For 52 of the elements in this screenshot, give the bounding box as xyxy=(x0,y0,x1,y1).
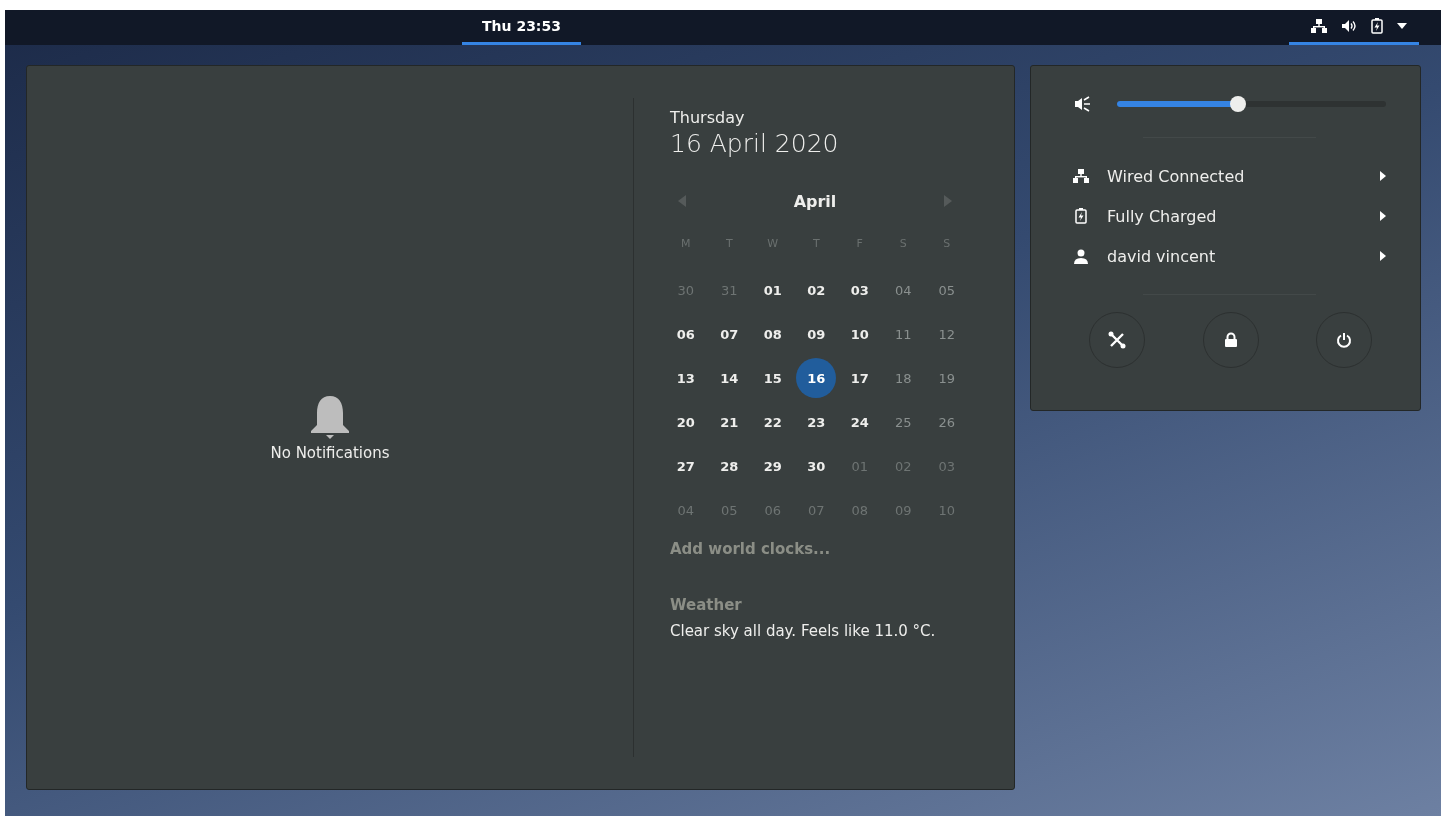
settings-button[interactable] xyxy=(1089,312,1145,368)
arrow-right-icon xyxy=(1380,251,1386,261)
calendar-day[interactable]: 03 xyxy=(839,270,880,310)
speaker-icon xyxy=(1073,96,1091,112)
calendar-day[interactable]: 28 xyxy=(709,446,750,486)
network-icon xyxy=(1073,169,1089,183)
no-notifications-text: No Notifications xyxy=(270,443,390,462)
weekday-label: Thursday xyxy=(670,108,746,127)
calendar-day[interactable]: 08 xyxy=(752,314,793,354)
battery-icon xyxy=(1073,208,1089,224)
clock-button[interactable]: Thu 23:53 xyxy=(462,10,581,45)
speaker-icon xyxy=(1341,19,1357,33)
arrow-right-icon xyxy=(1380,171,1386,181)
slider-handle[interactable] xyxy=(1230,96,1247,112)
weather-text: Clear sky all day. Feels like 11.0 °C. xyxy=(670,622,937,640)
calendar-day[interactable]: 29 xyxy=(752,446,793,486)
calendar-day[interactable]: 07 xyxy=(709,314,750,354)
power-icon xyxy=(1336,332,1352,348)
date-label: 16 April 2020 xyxy=(670,129,840,158)
calendar-day[interactable]: 06 xyxy=(665,314,706,354)
menu-item[interactable]: david vincent xyxy=(1073,239,1386,273)
arrow-right-icon xyxy=(944,195,952,207)
power-button[interactable] xyxy=(1316,312,1372,368)
battery-icon xyxy=(1371,18,1383,34)
arrow-left-icon xyxy=(678,195,686,207)
month-label: April xyxy=(793,191,837,211)
calendar-day[interactable]: 01 xyxy=(752,270,793,310)
menu-item[interactable]: Fully Charged xyxy=(1073,199,1386,233)
arrow-right-icon xyxy=(1380,211,1386,221)
network-icon xyxy=(1311,19,1327,33)
dropdown-arrow-icon xyxy=(1397,23,1407,29)
calendar-day[interactable]: 21 xyxy=(709,402,750,442)
calendar-day[interactable]: 13 xyxy=(665,358,706,398)
calendar-day[interactable]: 16 xyxy=(796,358,837,398)
calendar-day[interactable]: 23 xyxy=(796,402,837,442)
calendar-day[interactable]: 15 xyxy=(752,358,793,398)
calendar-day[interactable]: 14 xyxy=(709,358,750,398)
user-icon xyxy=(1073,248,1089,264)
calendar-day[interactable]: 22 xyxy=(752,402,793,442)
tools-icon xyxy=(1108,331,1126,349)
calendar-day[interactable]: 09 xyxy=(796,314,837,354)
calendar-day[interactable]: 02 xyxy=(796,270,837,310)
lock-icon xyxy=(1223,332,1238,348)
menu-item[interactable]: Wired Connected xyxy=(1073,159,1386,193)
calendar-day[interactable]: 27 xyxy=(665,446,706,486)
calendar-day[interactable]: 17 xyxy=(839,358,880,398)
calendar-day[interactable]: 30 xyxy=(796,446,837,486)
weather-heading: Weather xyxy=(670,596,743,614)
calendar-day[interactable]: 10 xyxy=(839,314,880,354)
calendar-day[interactable]: 20 xyxy=(665,402,706,442)
volume-slider[interactable] xyxy=(1117,96,1386,112)
calendar-day[interactable]: 24 xyxy=(839,402,880,442)
